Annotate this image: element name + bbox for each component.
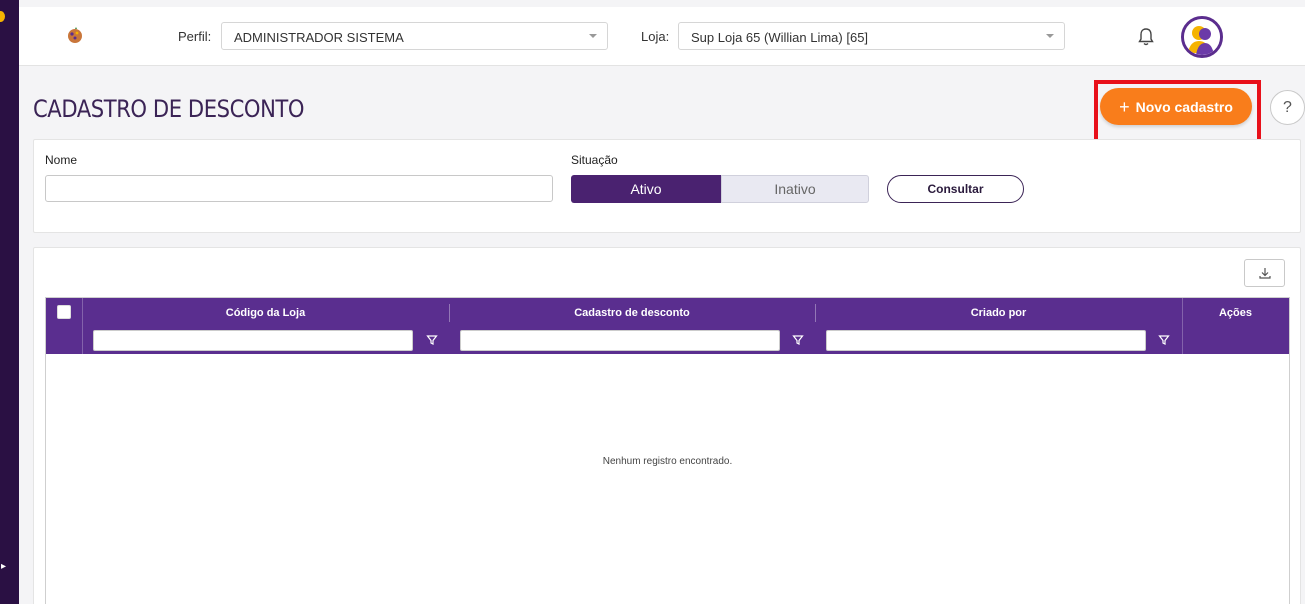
column-header-created-by[interactable]: Criado por: [815, 298, 1182, 327]
created-by-filter-input[interactable]: [826, 330, 1146, 351]
empty-state-message: Nenhum registro encontrado.: [602, 456, 733, 467]
logo-icon: [68, 27, 82, 43]
column-header-discount[interactable]: Cadastro de desconto: [449, 298, 815, 327]
chevron-down-icon: [1046, 34, 1054, 38]
column-header-actions: Ações: [1218, 306, 1253, 319]
select-all-checkbox[interactable]: [57, 305, 71, 319]
discount-filter-input[interactable]: [460, 330, 780, 351]
store-select-value: Sup Loja 65 (Willian Lima) [65]: [691, 30, 869, 45]
filter-icon[interactable]: [426, 334, 438, 346]
plus-icon: +: [1119, 96, 1130, 117]
name-label: Nome: [45, 153, 78, 167]
filter-panel: Nome Situação Ativo Inativo Consultar: [33, 139, 1301, 233]
store-select[interactable]: Sup Loja 65 (Willian Lima) [65]: [678, 22, 1065, 50]
page-title: CADASTRO DE DESCONTO: [33, 95, 305, 123]
rail-indicator-icon: [0, 11, 5, 22]
top-bar: Perfil: ADMINISTRADOR SISTEMA Loja: Sup …: [19, 7, 1305, 66]
profile-select-value: ADMINISTRADOR SISTEMA: [234, 30, 404, 45]
expand-arrow-icon[interactable]: ▸: [1, 562, 6, 572]
store-code-filter-input[interactable]: [93, 330, 413, 351]
user-avatar[interactable]: [1181, 16, 1223, 58]
help-icon: ?: [1283, 98, 1292, 116]
filter-icon[interactable]: [1158, 334, 1170, 346]
results-panel: Código da Loja Cadastro de desconto Cria…: [33, 247, 1301, 604]
new-register-button[interactable]: + Novo cadastro: [1100, 88, 1252, 125]
profile-label: Perfil:: [178, 29, 212, 44]
store-label: Loja:: [641, 29, 670, 44]
name-input[interactable]: [45, 175, 553, 202]
export-button[interactable]: [1244, 259, 1285, 287]
status-inactive-toggle[interactable]: Inativo: [721, 175, 869, 203]
new-register-label: Novo cadastro: [1135, 98, 1233, 115]
grid-header: Código da Loja Cadastro de desconto Cria…: [46, 298, 1289, 354]
bell-icon[interactable]: [1137, 27, 1155, 47]
profile-select[interactable]: ADMINISTRADOR SISTEMA: [221, 22, 608, 50]
left-rail: ▸: [0, 0, 19, 604]
download-icon: [1258, 268, 1271, 279]
column-header-store-code[interactable]: Código da Loja: [82, 298, 449, 327]
search-button[interactable]: Consultar: [887, 175, 1024, 203]
user-avatar-icon: [1184, 19, 1220, 55]
filter-icon[interactable]: [792, 334, 804, 346]
data-grid: Código da Loja Cadastro de desconto Cria…: [45, 297, 1290, 604]
help-button[interactable]: ?: [1270, 90, 1305, 125]
chevron-down-icon: [589, 34, 597, 38]
status-active-toggle[interactable]: Ativo: [571, 175, 721, 203]
status-label: Situação: [571, 153, 618, 167]
